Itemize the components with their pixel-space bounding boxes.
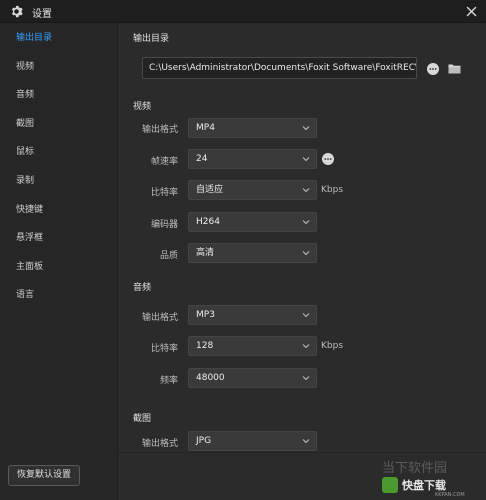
audio-frequency-label: 频率 [159,376,178,386]
sidebar-item-record[interactable]: 录制 [16,174,34,188]
chevron-down-icon [302,344,310,349]
screenshot-format-select[interactable]: JPG [188,431,317,451]
video-bitrate-label: 比特率 [150,188,178,198]
audio-frequency-value: 48000 [196,373,225,383]
audio-frequency-select[interactable]: 48000 [188,368,317,388]
watermark-badge-text: 快盘下载 [401,478,446,492]
title-bar: 设置 [0,0,486,23]
video-framerate-label: 帧速率 [150,157,178,167]
chevron-down-icon [302,376,310,381]
watermark-logo: 当下软件园 快盘下载 KKPAN.COM [380,458,482,498]
chevron-down-icon [302,188,310,193]
chevron-down-icon [302,313,310,318]
audio-bitrate-label: 比特率 [150,344,178,354]
chevron-down-icon [302,439,310,444]
video-quality-value: 高清 [196,248,215,258]
reset-defaults-button[interactable]: 恢复默认设置 [8,465,80,486]
audio-format-value: MP3 [196,310,215,320]
sidebar-item-video[interactable]: 视频 [16,60,34,74]
chevron-down-icon [302,126,310,131]
video-framerate-select[interactable]: 24 [188,149,317,169]
folder-icon[interactable] [448,63,461,74]
watermark-main-text: 当下软件园 [382,461,447,476]
video-format-label: 输出格式 [141,125,178,135]
video-encoder-value: H264 [196,217,220,227]
sidebar-item-output[interactable]: 输出目录 [16,31,52,45]
watermark-badge-sub: KKPAN.COM [435,492,465,498]
video-bitrate-value: 自适应 [196,185,224,195]
watermark-graphic: 当下软件园 快盘下载 KKPAN.COM [382,461,465,498]
audio-bitrate-select[interactable]: 128 [188,336,317,356]
gear-icon [11,5,23,18]
window-title: 设置 [32,9,52,20]
screenshot-format-value: JPG [196,436,212,446]
chevron-down-icon [302,157,310,162]
screenshot-section-title: 截图 [133,414,152,424]
settings-panel: 输出目录 C:\Users\Administrator\Documents\Fo… [118,23,486,452]
video-quality-select[interactable]: 高清 [188,243,317,263]
sidebar-item-hotkeys[interactable]: 快捷键 [16,203,43,217]
video-encoder-select[interactable]: H264 [188,212,317,232]
sidebar-item-mouse[interactable]: 鼠标 [16,145,34,159]
sidebar-item-screenshot[interactable]: 截图 [16,117,34,131]
video-bitrate-select[interactable]: 自适应 [188,180,317,200]
audio-bitrate-value: 128 [196,341,214,351]
framerate-more-icon[interactable] [322,153,334,165]
output-path-field[interactable]: C:\Users\Administrator\Documents\Foxit S… [142,57,417,79]
audio-section-title: 音频 [133,283,152,293]
audio-bitrate-unit: Kbps [321,341,344,351]
audio-format-select[interactable]: MP3 [188,305,317,325]
close-icon[interactable] [466,6,477,17]
sidebar: 输出目录 视频 音频 截图 鼠标 录制 快捷键 悬浮框 主面板 语言 [0,23,118,500]
audio-format-label: 输出格式 [141,313,178,323]
sidebar-item-floating[interactable]: 悬浮框 [16,231,43,245]
video-bitrate-unit: Kbps [321,185,344,195]
chevron-down-icon [302,251,310,256]
chevron-down-icon [302,220,310,225]
sidebar-item-audio[interactable]: 音频 [16,88,34,102]
video-framerate-value: 24 [196,154,208,164]
output-section-title: 输出目录 [133,34,170,44]
video-format-select[interactable]: MP4 [188,118,317,138]
video-section-title: 视频 [133,102,152,112]
video-encoder-label: 编码器 [150,220,178,230]
sidebar-item-main-panel[interactable]: 主面板 [16,260,43,274]
screenshot-format-label: 输出格式 [141,439,178,449]
sidebar-item-language[interactable]: 语言 [16,288,34,302]
video-quality-label: 品质 [159,251,178,261]
video-format-value: MP4 [196,123,215,133]
more-icon[interactable] [427,63,439,75]
